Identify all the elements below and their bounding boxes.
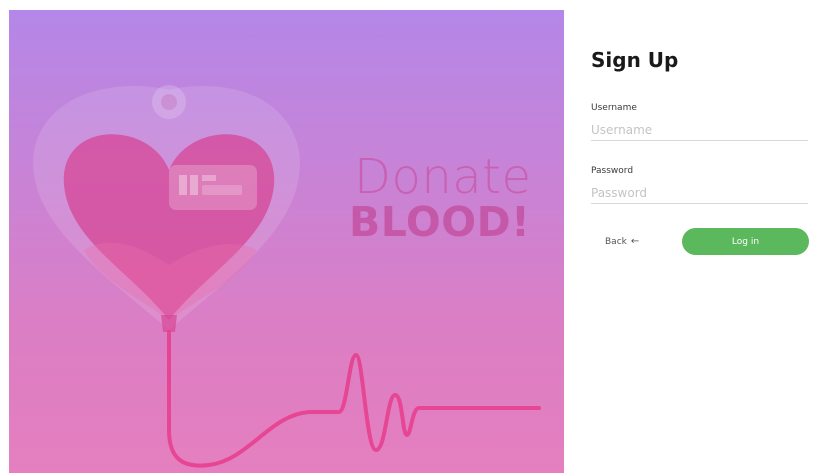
arrow-left-icon: ← bbox=[630, 236, 640, 247]
page: Donate BLOOD! Sign Up Username Password … bbox=[0, 0, 831, 474]
hero-headline-blood: BLOOD! bbox=[349, 198, 531, 246]
hero-banner: Donate BLOOD! bbox=[9, 10, 564, 473]
password-label: Password bbox=[591, 166, 634, 176]
username-input[interactable] bbox=[591, 120, 808, 141]
username-label: Username bbox=[591, 103, 637, 113]
password-input[interactable] bbox=[591, 183, 808, 204]
back-link[interactable]: Back ← bbox=[605, 236, 639, 247]
hero-headline-donate: Donate bbox=[354, 149, 532, 205]
tube-connector bbox=[161, 315, 177, 332]
signup-panel: Sign Up Username Password Back ← Log in bbox=[591, 0, 811, 474]
login-button[interactable]: Log in bbox=[682, 228, 809, 255]
back-link-label: Back bbox=[605, 236, 627, 247]
heartbeat-line bbox=[167, 330, 541, 468]
page-title: Sign Up bbox=[591, 48, 679, 72]
